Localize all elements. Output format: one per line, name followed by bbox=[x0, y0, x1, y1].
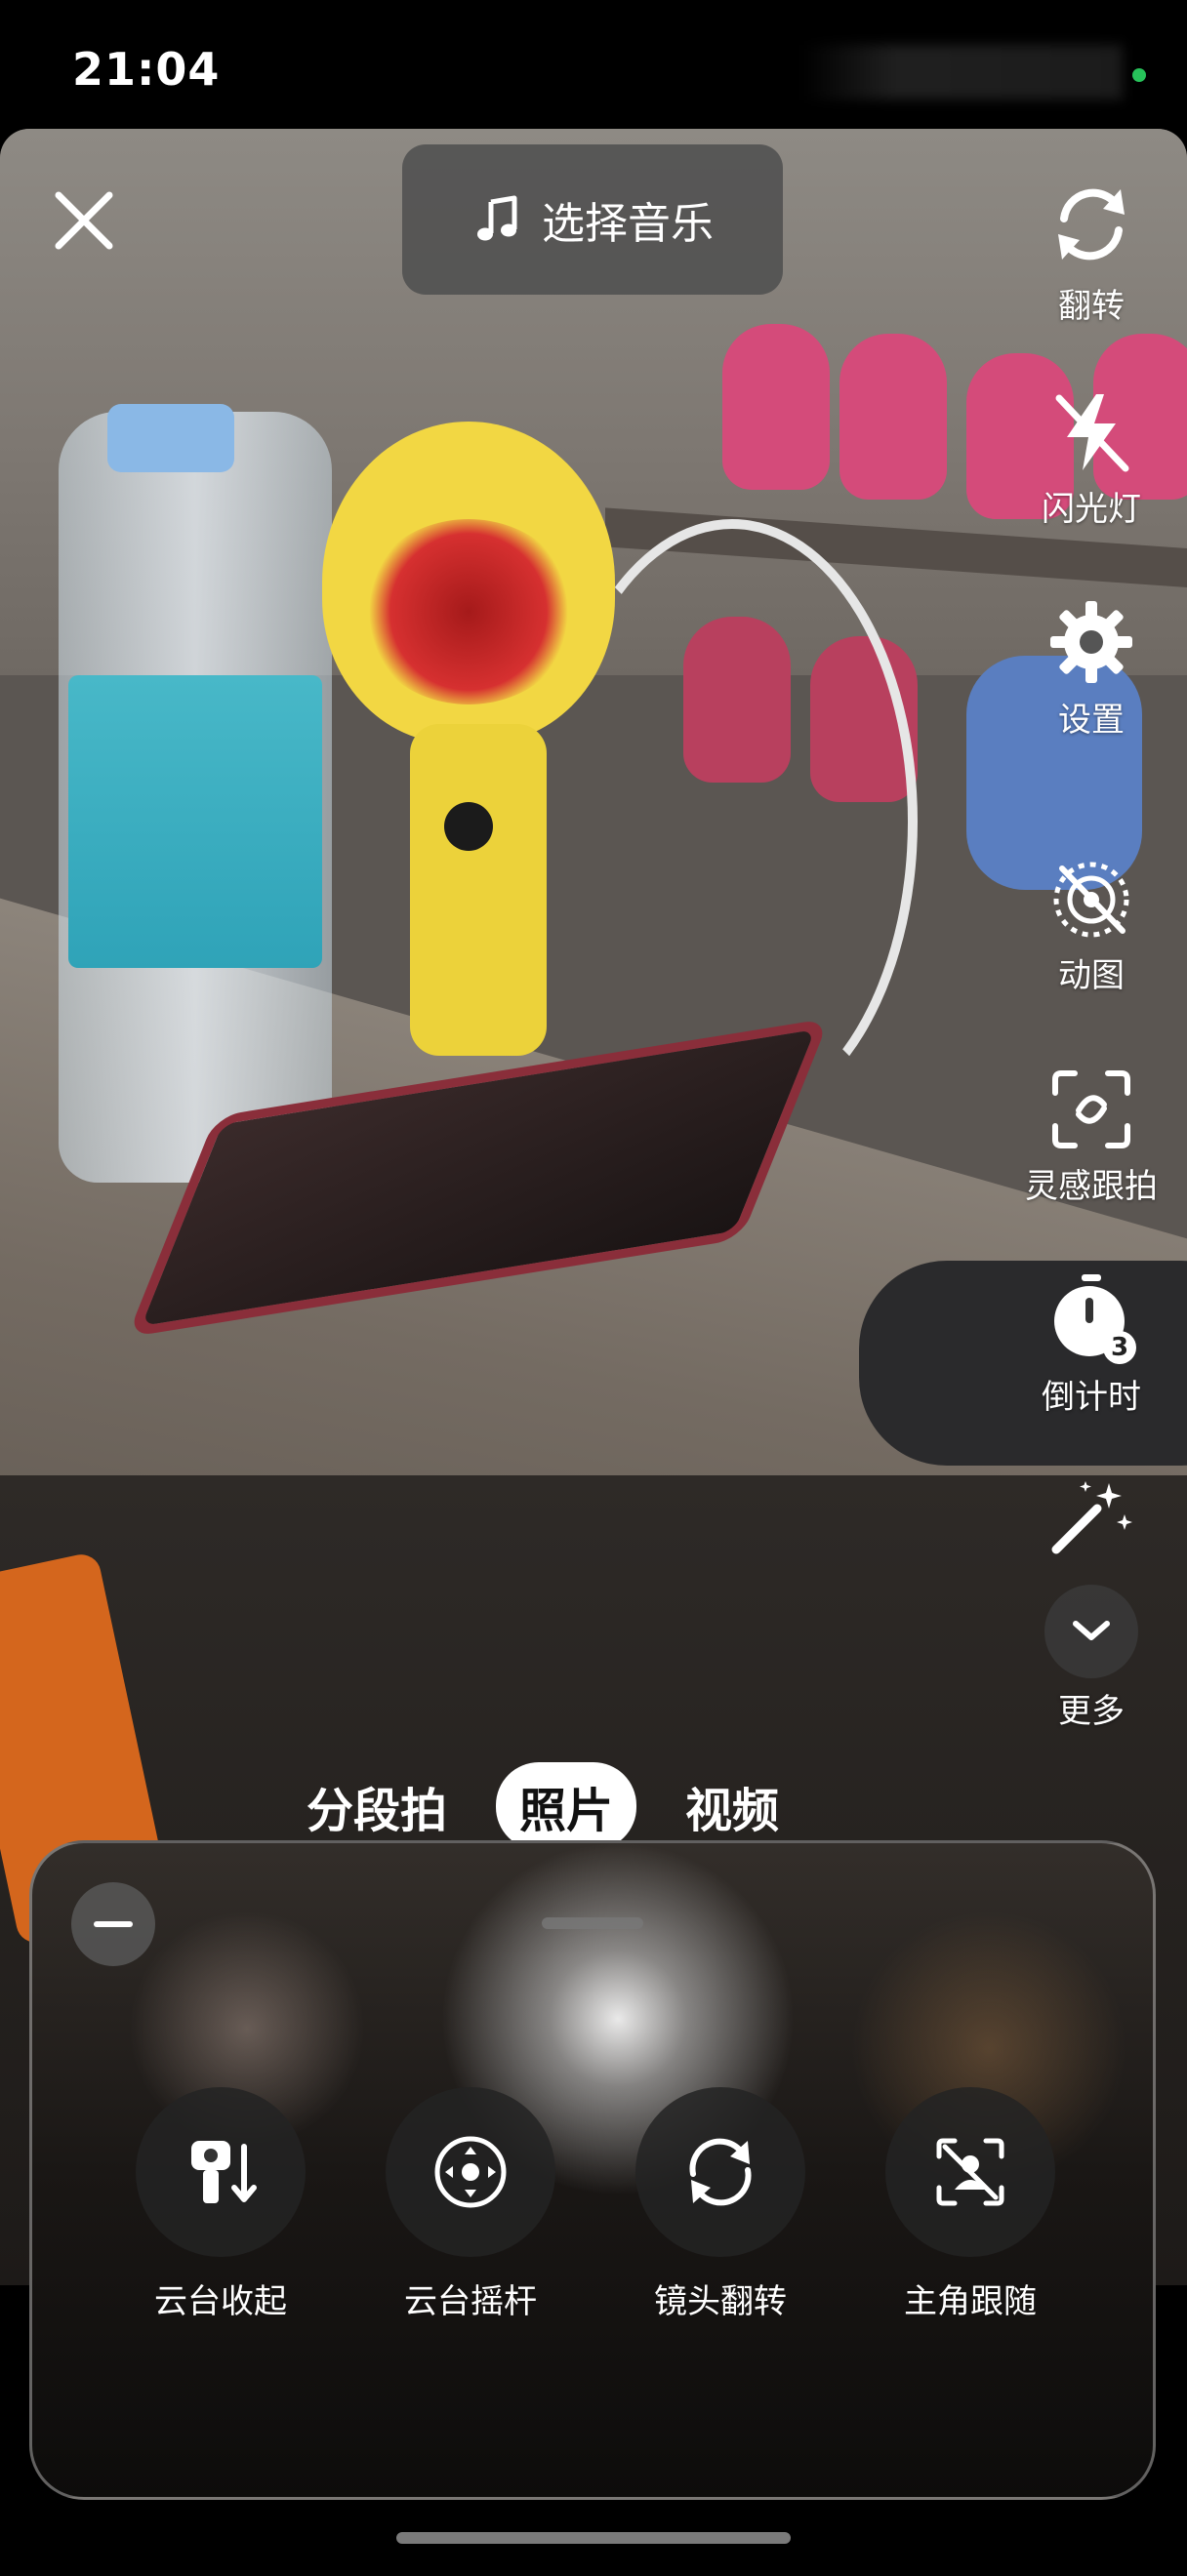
gimbal-joystick-circle bbox=[386, 2087, 555, 2257]
focus-track-icon bbox=[1052, 1070, 1130, 1148]
tab-photo[interactable]: 照片 bbox=[496, 1762, 637, 1850]
minus-icon bbox=[94, 1921, 133, 1927]
gimbal-fold-button[interactable]: 云台收起 bbox=[135, 2087, 307, 2322]
status-bar: 21:04 bbox=[0, 0, 1187, 129]
select-music-button[interactable]: 选择音乐 bbox=[402, 144, 783, 295]
camera-in-use-dot-icon bbox=[1132, 68, 1146, 82]
status-time: 21:04 bbox=[72, 43, 221, 96]
settings-label: 设置 bbox=[1058, 701, 1125, 740]
live-photo-off-icon bbox=[1053, 862, 1129, 938]
more-button[interactable]: 更多 bbox=[1013, 1585, 1169, 1732]
close-button[interactable] bbox=[47, 183, 121, 258]
subject-follow-label: 主角跟随 bbox=[904, 2282, 1037, 2321]
timer-icon-wrap: 3 bbox=[1044, 1270, 1138, 1364]
tab-video[interactable]: 视频 bbox=[662, 1762, 802, 1850]
flash-label: 闪光灯 bbox=[1042, 490, 1141, 529]
gimbal-fold-icon bbox=[191, 2141, 257, 2203]
lens-flip-circle bbox=[635, 2087, 805, 2257]
gimbal-joystick-button[interactable]: 云台摇杆 bbox=[385, 2087, 556, 2322]
scene-plush-bear bbox=[839, 334, 947, 500]
tab-segment-shoot[interactable]: 分段拍 bbox=[283, 1762, 471, 1850]
lens-flip-icon bbox=[689, 2138, 752, 2206]
countdown-label: 倒计时 bbox=[1042, 1378, 1141, 1417]
subject-follow-off-icon bbox=[936, 2138, 1004, 2206]
subject-follow-button[interactable]: 主角跟随 bbox=[884, 2087, 1056, 2322]
mode-tabs: 分段拍 照片 视频 bbox=[283, 1762, 802, 1850]
status-icons-blurred bbox=[800, 45, 1123, 100]
music-note-icon bbox=[477, 195, 517, 241]
subject-follow-circle bbox=[885, 2087, 1055, 2257]
chevron-down-icon bbox=[1073, 1621, 1110, 1640]
joystick-icon bbox=[434, 2136, 507, 2208]
gear-icon bbox=[1050, 601, 1132, 683]
inspiration-track-button[interactable]: 灵感跟拍 bbox=[1013, 1066, 1169, 1207]
select-music-label: 选择音乐 bbox=[542, 199, 714, 249]
gimbal-control-panel: 云台收起 云台摇杆 镜头翻转 主角跟随 bbox=[29, 1840, 1156, 2500]
flash-button[interactable]: 闪光灯 bbox=[1013, 388, 1169, 530]
inspiration-track-label: 灵感跟拍 bbox=[1025, 1167, 1158, 1206]
close-icon bbox=[55, 191, 113, 250]
flash-off-icon bbox=[1055, 394, 1129, 472]
live-photo-button[interactable]: 动图 bbox=[1013, 857, 1169, 996]
scene-fan-hole bbox=[444, 802, 493, 851]
more-circle bbox=[1044, 1585, 1138, 1678]
scene-bottle-label bbox=[68, 675, 322, 968]
timer-badge: 3 bbox=[1103, 1331, 1136, 1364]
flip-button[interactable]: 翻转 bbox=[1013, 176, 1169, 327]
beauty-magic-button[interactable] bbox=[1013, 1475, 1169, 1557]
gimbal-actions: 云台收起 云台摇杆 镜头翻转 主角跟随 bbox=[32, 2087, 1153, 2322]
live-photo-label: 动图 bbox=[1058, 956, 1125, 995]
flip-label: 翻转 bbox=[1058, 287, 1125, 326]
home-indicator[interactable] bbox=[396, 2532, 791, 2544]
panel-collapse-button[interactable] bbox=[71, 1882, 155, 1966]
panel-drag-handle[interactable] bbox=[542, 1917, 643, 1929]
scene-fan-mouth bbox=[361, 519, 576, 704]
flip-camera-icon bbox=[1058, 188, 1125, 261]
gimbal-fold-circle bbox=[136, 2087, 306, 2257]
scene-fan-body bbox=[410, 724, 547, 1056]
countdown-button[interactable]: 3 倒计时 bbox=[1013, 1270, 1169, 1418]
gimbal-fold-label: 云台收起 bbox=[154, 2282, 287, 2321]
lens-flip-button[interactable]: 镜头翻转 bbox=[634, 2087, 806, 2322]
lens-flip-label: 镜头翻转 bbox=[654, 2282, 787, 2321]
more-label: 更多 bbox=[1058, 1692, 1125, 1731]
camera-screen: 21:04 选择音乐 翻转 闪光灯 设置 动图 灵感跟拍 3 倒计时 更多 分段… bbox=[0, 0, 1187, 2576]
magic-wand-icon bbox=[1051, 1481, 1132, 1554]
scene-plush-bear bbox=[722, 324, 830, 490]
settings-button[interactable]: 设置 bbox=[1013, 597, 1169, 741]
scene-bottle-cap bbox=[107, 404, 234, 472]
gimbal-joystick-label: 云台摇杆 bbox=[404, 2282, 537, 2321]
